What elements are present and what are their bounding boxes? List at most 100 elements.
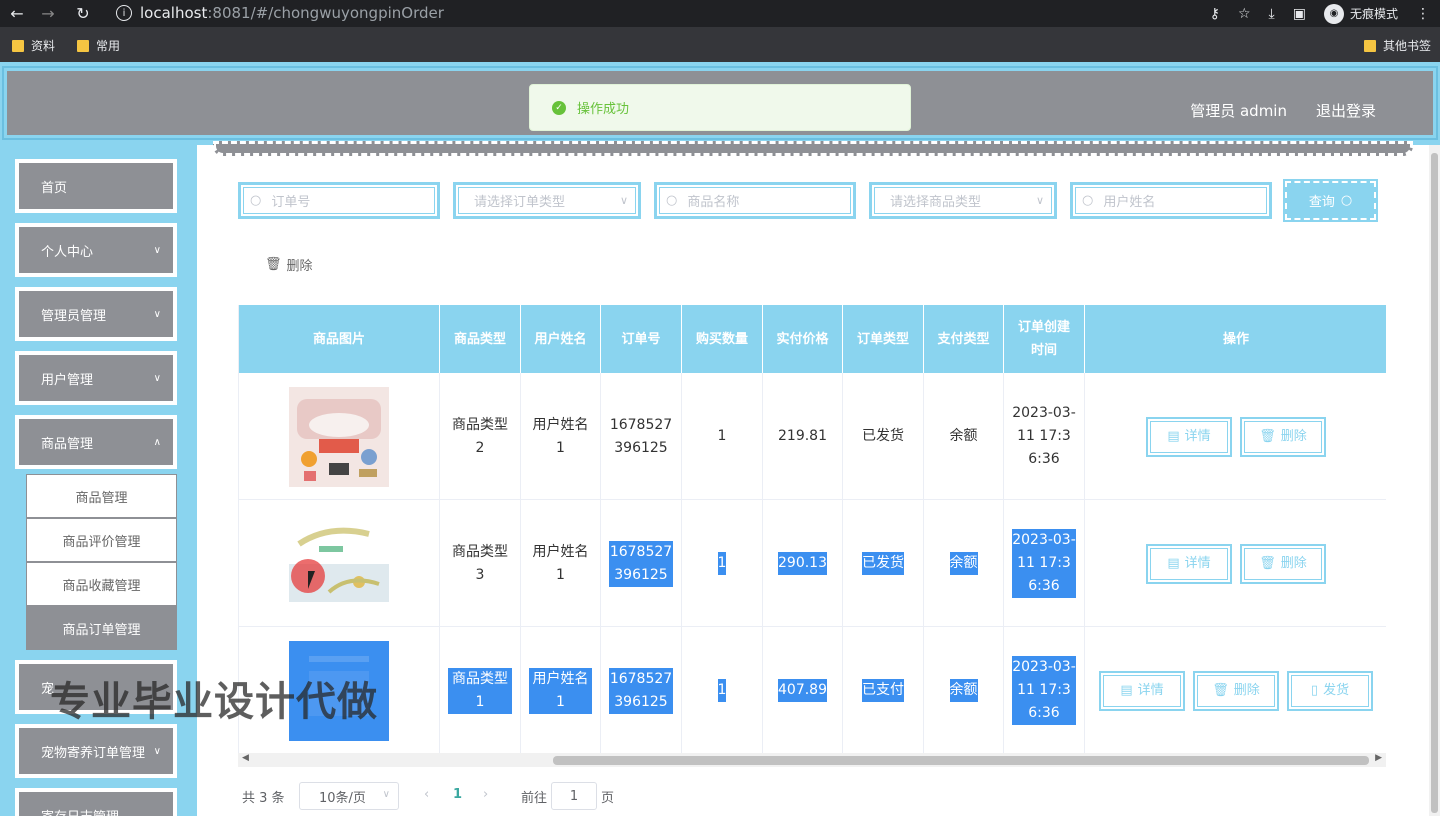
goto-page-input[interactable]: 1 bbox=[551, 782, 597, 810]
query-button[interactable]: 查询 ○ bbox=[1283, 179, 1378, 222]
chevron-down-icon: ∨ bbox=[153, 746, 161, 757]
delete-button[interactable]: 🗑 删除 bbox=[1240, 416, 1326, 457]
document-icon: ▤ bbox=[1120, 683, 1133, 698]
submenu-item-product-reviews[interactable]: 商品评价管理 bbox=[26, 518, 177, 562]
other-bookmarks[interactable]: 其他书签 bbox=[1364, 37, 1431, 54]
scroll-left-icon[interactable]: ◀ bbox=[242, 753, 249, 763]
batch-delete-button[interactable]: 🗑 删除 bbox=[265, 255, 313, 274]
order-type-cell: 已支付 bbox=[843, 627, 924, 753]
table-row[interactable]: 商品类型2 用户姓名1 1678527396125 1 219.81 已发货 余… bbox=[239, 373, 1386, 500]
forward-arrow-icon[interactable]: → bbox=[37, 3, 59, 25]
browser-toolbar: ← → ↻ i localhost:8081/#/chongwuyongpinO… bbox=[0, 0, 1440, 27]
page-number[interactable]: 1 bbox=[453, 787, 462, 802]
sidebar-item-home[interactable]: 首页 bbox=[15, 159, 177, 213]
order-no-cell: 1678527396125 bbox=[601, 627, 682, 753]
address-bar[interactable]: i localhost:8081/#/chongwuyongpinOrder bbox=[106, 1, 1246, 25]
user-name-input[interactable]: ○ 用户姓名 bbox=[1070, 182, 1272, 219]
trash-icon: 🗑 bbox=[1212, 683, 1229, 698]
col-header: 商品图片 bbox=[239, 305, 440, 373]
table-header: 商品图片 商品类型 用户姓名 订单号 购买数量 实付价格 订单类型 支付类型 订… bbox=[239, 305, 1386, 373]
qty-cell: 1 bbox=[682, 373, 763, 500]
submenu-item-product-orders[interactable]: 商品订单管理 bbox=[26, 606, 177, 650]
table-row[interactable]: 商品类型1 用户姓名1 1678527396125 1 407.89 已支付 余… bbox=[239, 627, 1386, 753]
page-size-select[interactable]: 10条/页 ∨ bbox=[299, 782, 399, 810]
pay-type-cell: 余额 bbox=[924, 627, 1004, 753]
mouse-cursor-icon bbox=[308, 571, 322, 589]
col-header: 订单类型 bbox=[843, 305, 924, 373]
main-content: ○ 订单号 请选择订单类型 ∨ ○ 商品名称 请选择商品类型 ∨ ○ 用户姓名 … bbox=[197, 141, 1429, 816]
folder-icon bbox=[12, 39, 24, 52]
vertical-scrollbar[interactable] bbox=[1429, 145, 1440, 816]
actions-cell: ▤ 详情 🗑 删除 bbox=[1085, 500, 1386, 627]
ship-button[interactable]: ▯ 发货 bbox=[1287, 670, 1373, 711]
created-cell: 2023-03-11 17:36:36 bbox=[1004, 373, 1085, 500]
info-icon[interactable]: i bbox=[116, 5, 132, 21]
more-menu-icon[interactable]: ⋮ bbox=[1416, 6, 1430, 22]
url-path: :8081/#/chongwuyongpinOrder bbox=[207, 4, 444, 22]
folder-icon bbox=[77, 39, 89, 52]
col-header: 支付类型 bbox=[924, 305, 1004, 373]
sidebar-item-users[interactable]: 用户管理 ∨ bbox=[15, 351, 177, 405]
product-type-select[interactable]: 请选择商品类型 ∨ bbox=[869, 182, 1057, 219]
chevron-down-icon: ∨ bbox=[382, 789, 390, 800]
sidebar-item-profile[interactable]: 个人中心 ∨ bbox=[15, 223, 177, 277]
detail-button[interactable]: ▤ 详情 bbox=[1099, 670, 1185, 711]
sidebar-item-products[interactable]: 商品管理 ∧ bbox=[15, 415, 177, 469]
user-name-cell: 用户姓名1 bbox=[521, 500, 601, 627]
chevron-down-icon: ∨ bbox=[153, 245, 161, 256]
detail-button[interactable]: ▤ 详情 bbox=[1146, 416, 1232, 457]
col-header: 商品类型 bbox=[440, 305, 521, 373]
logout-button[interactable]: 退出登录 bbox=[1316, 100, 1376, 121]
page-unit: 页 bbox=[601, 791, 615, 806]
col-header: 订单创建时间 bbox=[1004, 305, 1085, 373]
qty-cell: 1 bbox=[682, 627, 763, 753]
star-icon[interactable]: ☆ bbox=[1238, 6, 1251, 22]
scrollbar-thumb[interactable] bbox=[553, 756, 1369, 765]
search-icon: ○ bbox=[1340, 193, 1353, 208]
search-icon: ○ bbox=[666, 193, 678, 208]
reload-icon[interactable]: ↻ bbox=[72, 3, 94, 25]
pay-type-cell: 余额 bbox=[924, 373, 1004, 500]
folder-icon bbox=[1364, 39, 1376, 52]
delete-button[interactable]: 🗑 删除 bbox=[1240, 543, 1326, 584]
incognito-label: 无痕模式 bbox=[1349, 7, 1398, 21]
incognito-indicator[interactable]: ◉ 无痕模式 bbox=[1323, 3, 1398, 24]
order-no-cell: 1678527396125 bbox=[601, 373, 682, 500]
created-cell: 2023-03-11 17:36:36 bbox=[1004, 627, 1085, 753]
submenu-item-products[interactable]: 商品管理 bbox=[26, 474, 177, 518]
bookmark-folder[interactable]: 常用 bbox=[77, 37, 120, 54]
key-icon[interactable]: ⚷ bbox=[1210, 6, 1220, 22]
next-page-icon[interactable]: › bbox=[483, 787, 488, 802]
incognito-icon: ◉ bbox=[1323, 3, 1344, 24]
user-name-cell: 用户姓名1 bbox=[521, 373, 601, 500]
download-icon[interactable]: ⤓ bbox=[1269, 6, 1275, 22]
check-icon: ✓ bbox=[552, 100, 566, 115]
order-no-input[interactable]: ○ 订单号 bbox=[238, 182, 440, 219]
bookmark-folder[interactable]: 资料 bbox=[12, 37, 55, 54]
product-image bbox=[289, 386, 389, 487]
order-type-cell: 已发货 bbox=[843, 500, 924, 627]
submenu-item-product-favorites[interactable]: 商品收藏管理 bbox=[26, 562, 177, 606]
order-type-select[interactable]: 请选择订单类型 ∨ bbox=[453, 182, 641, 219]
table-row[interactable]: 商品类型3 用户姓名1 1678527396125 1 290.13 已发货 余… bbox=[239, 500, 1386, 627]
scrollbar-thumb[interactable] bbox=[1431, 153, 1438, 813]
sidebar-item-storage-log[interactable]: 寄存日志管理 bbox=[15, 788, 177, 816]
product-image-cell bbox=[239, 500, 440, 627]
pay-type-cell: 余额 bbox=[924, 500, 1004, 627]
scroll-right-icon[interactable]: ▶ bbox=[1375, 753, 1382, 763]
sidebar-item-admins[interactable]: 管理员管理 ∨ bbox=[15, 287, 177, 341]
sidepanel-icon[interactable]: ▣ bbox=[1293, 6, 1306, 22]
search-icon: ○ bbox=[250, 193, 262, 208]
orders-table: 商品图片 商品类型 用户姓名 订单号 购买数量 实付价格 订单类型 支付类型 订… bbox=[238, 305, 1386, 753]
price-cell: 219.81 bbox=[763, 373, 843, 500]
sidebar-item-boarding-orders[interactable]: 宠物寄养订单管理 ∨ bbox=[15, 724, 177, 778]
horizontal-scrollbar[interactable]: ◀ ▶ bbox=[238, 753, 1386, 767]
back-arrow-icon[interactable]: ← bbox=[6, 3, 28, 25]
product-type-cell: 商品类型1 bbox=[440, 627, 521, 753]
prev-page-icon[interactable]: ‹ bbox=[424, 787, 429, 802]
delete-button[interactable]: 🗑 删除 bbox=[1193, 670, 1279, 711]
price-cell: 407.89 bbox=[763, 627, 843, 753]
product-name-input[interactable]: ○ 商品名称 bbox=[654, 182, 856, 219]
trash-icon: 🗑 bbox=[1259, 556, 1276, 571]
detail-button[interactable]: ▤ 详情 bbox=[1146, 543, 1232, 584]
